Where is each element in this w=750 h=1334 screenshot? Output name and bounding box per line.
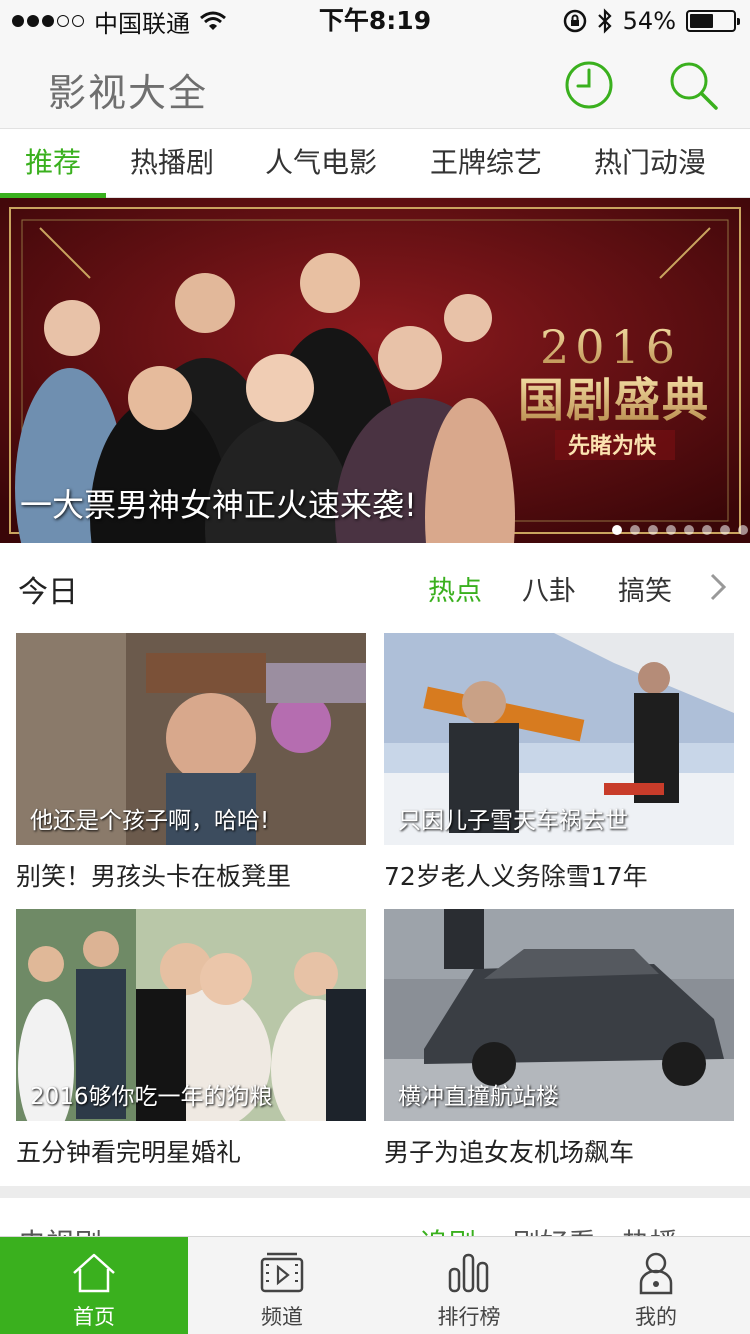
video-card[interactable]: 横冲直撞航站楼 男子为追女友机场飙车 [384, 909, 734, 1179]
video-title[interactable]: 男子为追女友机场飙车 [384, 1133, 634, 1169]
tag-funny[interactable]: 搞笑 [618, 569, 672, 608]
video-card[interactable]: 2016够你吃一年的狗粮 五分钟看完明星婚礼 [16, 909, 366, 1179]
orientation-lock-icon [563, 9, 586, 33]
thumbnail-caption: 横冲直撞航站楼 [398, 1084, 559, 1110]
today-section-header: 今日 热点 八卦 搞笑 [0, 543, 750, 633]
thumbnail-caption: 他还是个孩子啊，哈哈! [30, 808, 270, 834]
signal-strength-icon [12, 15, 84, 27]
banner-page-dot[interactable] [648, 525, 658, 535]
tag-gossip[interactable]: 八卦 [522, 569, 576, 608]
status-left: 中国联通 [12, 6, 226, 38]
video-title[interactable]: 五分钟看完明星婚礼 [16, 1133, 241, 1169]
battery-percent: 54% [622, 7, 676, 35]
bottom-tab-bar: 首页 频道 排行榜 我的 [0, 1236, 750, 1334]
wifi-icon [200, 11, 226, 30]
carrier-name: 中国联通 [94, 9, 190, 38]
video-card[interactable]: 他还是个孩子啊，哈哈! 别笑！男孩头卡在板凳里 [16, 633, 366, 903]
tab-recommended[interactable]: 推荐 [0, 129, 106, 199]
battery-icon [686, 10, 740, 32]
today-title: 今日 [18, 575, 78, 610]
tabbar-label: 排行榜 [437, 1305, 501, 1329]
video-thumbnail[interactable]: 他还是个孩子啊，哈哈! [16, 633, 366, 845]
banner-caption: 一大票男神女神正火速来袭! [20, 486, 417, 524]
banner-page-dot[interactable] [720, 525, 730, 535]
banner-page-dot[interactable] [738, 525, 748, 535]
svg-text:2016: 2016 [540, 320, 681, 374]
thumbnail-caption: 2016够你吃一年的狗粮 [30, 1084, 273, 1110]
battery-fill [690, 14, 713, 28]
tab-popular-movies[interactable]: 人气电影 [252, 129, 390, 199]
status-right: 54% [563, 6, 740, 36]
tag-hot[interactable]: 热点 [428, 569, 482, 608]
tab-hot-series[interactable]: 热播剧 [118, 129, 226, 199]
video-title[interactable]: 72岁老人义务除雪17年 [384, 857, 648, 893]
tabbar-ranking[interactable]: 排行榜 [376, 1237, 562, 1334]
video-title[interactable]: 别笑！男孩头卡在板凳里 [16, 857, 291, 893]
history-icon[interactable] [562, 58, 616, 112]
tab-anime[interactable]: 热门动漫 [580, 129, 720, 199]
bluetooth-icon [597, 8, 612, 34]
status-bar: 中国联通 下午8:19 54% [0, 0, 750, 42]
video-thumbnail[interactable]: 横冲直撞航站楼 [384, 909, 734, 1121]
featured-banner[interactable]: 2016 国剧盛典 先睹为快 一大票男神女神正火速来袭! [0, 198, 750, 543]
tabbar-profile[interactable]: 我的 [562, 1237, 750, 1334]
search-icon[interactable] [666, 58, 720, 112]
video-thumbnail[interactable]: 2016够你吃一年的狗粮 [16, 909, 366, 1121]
section-divider [0, 1186, 750, 1198]
tab-variety-shows[interactable]: 王牌综艺 [416, 129, 556, 199]
app-header: 影视大全 [0, 42, 750, 128]
banner-page-dot[interactable] [666, 525, 676, 535]
channel-icon [260, 1252, 304, 1293]
banner-page-dot[interactable] [702, 525, 712, 535]
banner-pagination[interactable] [612, 525, 748, 535]
video-thumbnail[interactable]: 只因儿子雪天车祸去世 [384, 633, 734, 845]
tabbar-label: 我的 [635, 1305, 677, 1329]
category-tabs: 推荐 热播剧 人气电影 王牌综艺 热门动漫 [0, 128, 750, 198]
thumbnail-caption: 只因儿子雪天车祸去世 [398, 808, 628, 834]
profile-icon [639, 1252, 673, 1295]
banner-page-dot[interactable] [612, 525, 622, 535]
banner-page-dot[interactable] [684, 525, 694, 535]
video-card[interactable]: 只因儿子雪天车祸去世 72岁老人义务除雪17年 [384, 633, 734, 903]
tabbar-home[interactable]: 首页 [0, 1237, 188, 1334]
tabbar-label: 首页 [73, 1305, 115, 1329]
chevron-right-icon[interactable] [706, 569, 730, 605]
app-title: 影视大全 [48, 71, 209, 115]
svg-text:国剧盛典: 国剧盛典 [518, 373, 710, 427]
svg-text:先睹为快: 先睹为快 [568, 433, 657, 459]
tv-section-header: 电视剧 追剧 剧好看 热播 [0, 1198, 750, 1238]
tabbar-label: 频道 [261, 1305, 303, 1329]
tabbar-channel[interactable]: 频道 [188, 1237, 376, 1334]
home-icon [73, 1253, 115, 1293]
ranking-icon [448, 1253, 489, 1293]
banner-page-dot[interactable] [630, 525, 640, 535]
